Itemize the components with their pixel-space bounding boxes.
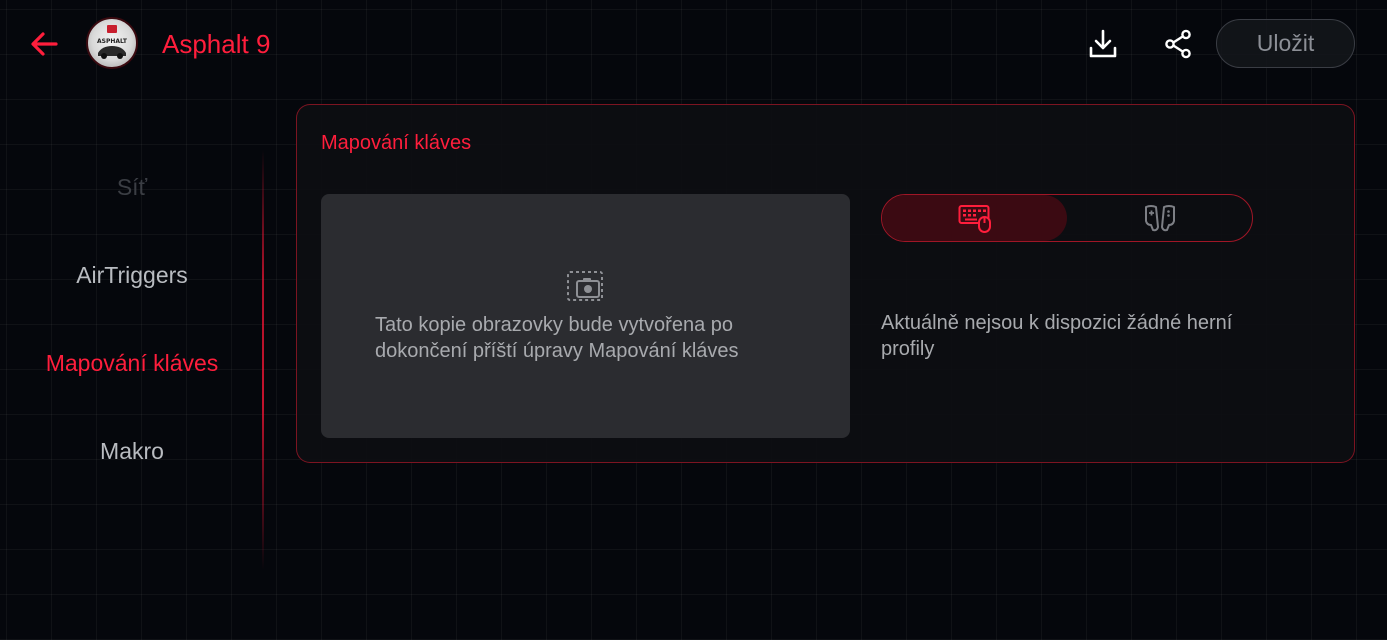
no-profiles-message: Aktuálně nejsou k dispozici žádné herní …: [881, 312, 1233, 360]
asphalt-logo-icon: ASPHALT: [97, 25, 128, 59]
sidebar-item-airtriggers[interactable]: AirTriggers: [0, 259, 264, 291]
keyboard-mouse-icon: [958, 205, 991, 233]
app-title: Asphalt 9: [162, 29, 271, 59]
share-icon: [1165, 29, 1191, 59]
gamepad-icon: [1144, 205, 1175, 232]
toggle-gamepad[interactable]: [1067, 195, 1252, 241]
sidebar-item-macro[interactable]: Makro: [0, 435, 264, 467]
back-button[interactable]: [24, 24, 64, 64]
section-title: Mapování kláves: [321, 132, 472, 154]
share-button[interactable]: [1158, 24, 1198, 64]
screenshot-icon: [567, 271, 603, 301]
toggle-keyboard-mouse[interactable]: [882, 195, 1067, 241]
arrow-left-icon: [31, 32, 58, 56]
sidebar-divider: [262, 150, 264, 570]
avatar-logo-text: ASPHALT: [97, 38, 128, 45]
sidebar-item-key-mapping[interactable]: Mapování kláves: [0, 347, 264, 379]
save-button[interactable]: Uložit: [1216, 19, 1355, 68]
key-mapping-panel: Mapování kláves Tato kopie obrazovky bud…: [296, 104, 1355, 463]
sidebar-item-network[interactable]: Síť: [0, 171, 264, 203]
app-avatar: ASPHALT: [86, 17, 138, 69]
preview-message: Tato kopie obrazovky bude vytvořena po d…: [375, 314, 739, 362]
screenshot-preview: Tato kopie obrazovky bude vytvořena po d…: [321, 194, 850, 438]
mode-toggle[interactable]: [881, 194, 1253, 242]
download-button[interactable]: [1083, 24, 1123, 64]
download-icon: [1089, 29, 1117, 58]
